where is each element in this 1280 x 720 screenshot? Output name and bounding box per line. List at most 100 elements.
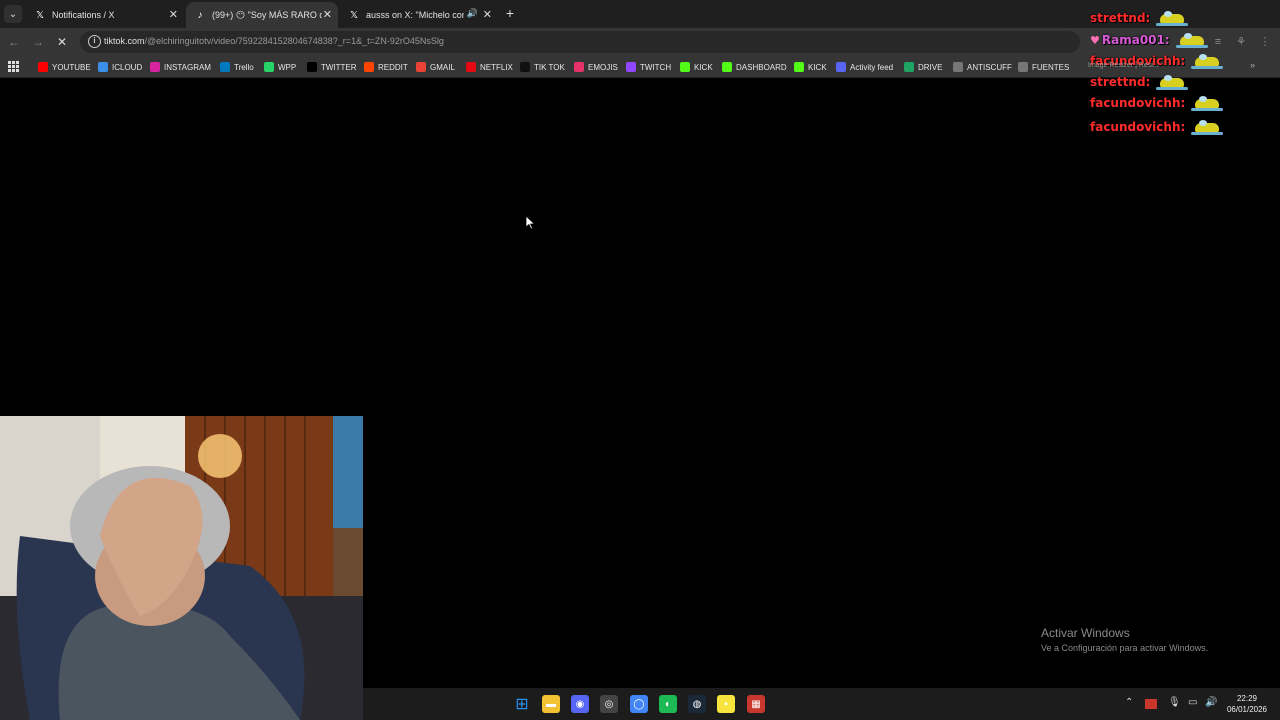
bookmark-wpp[interactable]: WPP <box>264 60 296 74</box>
bookmark-label: ANTISCUFF <box>967 62 1012 72</box>
tab-title: Notifications / X <box>52 10 115 20</box>
activity-feed-icon <box>836 62 846 72</box>
bookmark-dashboard[interactable]: DASHBOARD <box>722 60 787 74</box>
chat-username: facundovichh: <box>1090 96 1186 110</box>
voicemeeter-icon[interactable]: ▦ <box>747 695 765 713</box>
steam-icon[interactable]: ◍ <box>688 695 706 713</box>
bookmark-antiscuff[interactable]: ANTISCUFF <box>953 60 1012 74</box>
stream-chat-overlay: strettnd: ♥ Rama001: facundovichh: strettnd:… <box>1086 0 1280 140</box>
bookmark-label: REDDIT <box>378 62 408 72</box>
forward-button[interactable]: → <box>30 34 46 50</box>
bookmark-gmail[interactable]: GMAIL <box>416 60 455 74</box>
tab-tiktok-video[interactable]: ♪ (99+) 😶 "Soy MÁS RARO que ✕ <box>186 2 338 28</box>
reddit-icon <box>364 62 374 72</box>
address-url: tiktok.com/@elchiringuitotv/video/759228… <box>104 36 444 46</box>
new-tab-button[interactable]: + <box>502 5 518 21</box>
car-emote-icon <box>1175 31 1208 49</box>
bookmark-fuentes[interactable]: FUENTES <box>1018 60 1069 74</box>
x-logo-icon: 𝕏 <box>35 9 45 21</box>
bookmark-label: DRIVE <box>918 62 943 72</box>
spotify-icon[interactable]: ◐ <box>659 695 677 713</box>
icloud-icon <box>98 62 108 72</box>
bookmark-emojis[interactable]: EMOJIS <box>574 60 618 74</box>
bookmark-label: NETFLIX <box>480 62 513 72</box>
instagram-icon <box>150 62 160 72</box>
bookmark-label: TWITTER <box>321 62 357 72</box>
bookmark-instagram[interactable]: INSTAGRAM <box>150 60 211 74</box>
webcam-feed <box>0 416 363 720</box>
chat-ghost-text: Image Resizer | Resi... <box>1088 62 1159 69</box>
file-explorer-icon[interactable]: ▬ <box>542 695 560 713</box>
bookmark-twitter[interactable]: TWITTER <box>307 60 357 74</box>
chat-username: strettnd: <box>1090 75 1151 89</box>
close-icon[interactable]: ✕ <box>323 8 332 21</box>
bookmark-drive[interactable]: DRIVE <box>904 60 942 74</box>
heart-badge-icon: ♥ <box>1090 33 1100 47</box>
mouse-cursor-icon <box>526 216 536 230</box>
bookmark-label: EMOJIS <box>588 62 618 72</box>
discord-icon[interactable]: ◉ <box>571 695 589 713</box>
bookmark-label: Activity feed <box>850 62 894 72</box>
bookmark-trello[interactable]: Trello <box>220 60 254 74</box>
chat-username: facundovichh: <box>1090 120 1186 134</box>
start-icon[interactable]: ⊞ <box>513 695 531 713</box>
tray-app-icon[interactable] <box>1145 699 1157 709</box>
car-emote-icon <box>1156 9 1189 27</box>
whatsapp-icon <box>264 62 274 72</box>
chat-message: strettnd: <box>1090 72 1189 92</box>
bookmark-label: KICK <box>694 62 713 72</box>
bookmark-youtube[interactable]: YOUTUBE <box>38 60 91 74</box>
trello-icon <box>220 62 230 72</box>
chat-message: strettnd: <box>1090 8 1189 28</box>
x-logo-icon: 𝕏 <box>349 9 359 21</box>
tab-ausss-on-x[interactable]: 𝕏 ausss on X: "Michelo conta 🔊 ✕ <box>340 2 498 28</box>
youtube-icon <box>38 62 48 72</box>
tab-title: (99+) 😶 "Soy MÁS RARO que <box>212 9 322 20</box>
antiscuff-icon <box>953 62 963 72</box>
stop-loading-button[interactable]: ✕ <box>54 34 70 50</box>
tiktok-icon <box>520 62 530 72</box>
bookmark-label: ICLOUD <box>112 62 143 72</box>
globe-icon <box>1018 62 1028 72</box>
address-bar[interactable]: i tiktok.com/@elchiringuitotv/video/7592… <box>80 31 1080 53</box>
bookmark-label: TWITCH <box>640 62 672 72</box>
chrome-icon[interactable]: ◯ <box>630 695 648 713</box>
bookmark-label: YOUTUBE <box>52 62 91 72</box>
speaker-icon[interactable]: 🔊 <box>467 8 478 19</box>
car-emote-icon <box>1191 118 1224 136</box>
bookmark-label: KICK <box>808 62 827 72</box>
back-button[interactable]: ← <box>6 34 22 50</box>
bookmark-label: GMAIL <box>430 62 455 72</box>
tab-notifications[interactable]: 𝕏 Notifications / X ✕ <box>26 2 184 28</box>
bookmark-netflix[interactable]: NETFLIX <box>466 60 513 74</box>
bookmark-label: TIK TOK <box>534 62 565 72</box>
sticky-notes-icon[interactable]: ▪ <box>717 695 735 713</box>
bookmark-activity-feed[interactable]: Activity feed <box>836 60 893 74</box>
close-icon[interactable]: ✕ <box>483 8 492 21</box>
chat-message: ♥ Rama001: <box>1090 30 1208 50</box>
volume-icon[interactable]: 🔊 <box>1205 697 1217 708</box>
site-info-icon[interactable]: i <box>88 35 101 48</box>
gmail-icon <box>416 62 426 72</box>
bookmark-tik-tok[interactable]: TIK TOK <box>520 60 565 74</box>
obs-icon[interactable]: ◎ <box>600 695 618 713</box>
chat-message: facundovichh: <box>1090 93 1224 113</box>
clock-date: 06/01/2026 <box>1226 705 1268 714</box>
apps-grid-icon[interactable] <box>8 61 19 72</box>
system-clock[interactable]: 22:29 06/01/2026 <box>1222 693 1272 715</box>
close-icon[interactable]: ✕ <box>169 8 178 21</box>
bookmark-reddit[interactable]: REDDIT <box>364 60 408 74</box>
chat-username: strettnd: <box>1090 11 1151 25</box>
tab-search-chevron-icon[interactable]: ⌄ <box>4 5 22 23</box>
chat-username: Rama001: <box>1101 33 1170 47</box>
bookmark-icloud[interactable]: ICLOUD <box>98 60 142 74</box>
network-icon[interactable]: ▭ <box>1188 697 1197 708</box>
bookmark-kick[interactable]: KICK <box>680 60 713 74</box>
microphone-icon[interactable]: 🎙 <box>1168 697 1181 708</box>
bookmark-kick[interactable]: KICK <box>794 60 827 74</box>
watermark-subtitle: Ve a Configuración para activar Windows. <box>1041 643 1209 653</box>
bookmark-twitch[interactable]: TWITCH <box>626 60 671 74</box>
bookmark-label: FUENTES <box>1032 62 1070 72</box>
chevron-up-icon[interactable]: ⌃ <box>1125 697 1133 708</box>
car-emote-icon <box>1191 52 1224 70</box>
